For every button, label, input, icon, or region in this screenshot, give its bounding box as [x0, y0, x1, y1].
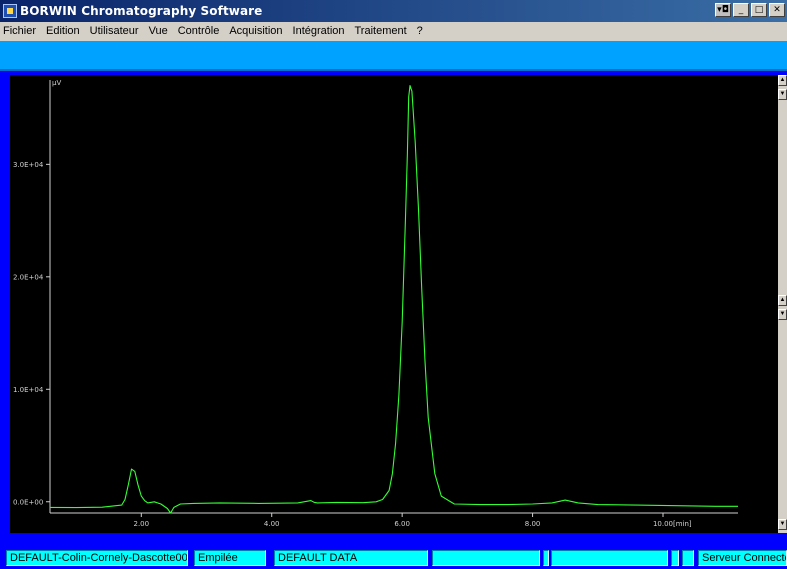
arrow-down-icon[interactable]: ▼: [778, 519, 787, 530]
status-server: Serveur Connecté: [698, 550, 787, 566]
close-button[interactable]: ✕: [769, 3, 785, 17]
status-panel-empty-5: [682, 550, 694, 566]
chromatogram-panel[interactable]: µV 0.0E+00 1.0E+04 2.0E+04 3.0E+04 2.00 4.00 6.…: [10, 75, 778, 533]
status-panel-empty-4: [671, 550, 679, 566]
menu-fichier[interactable]: Fichier: [0, 22, 42, 41]
y-tick-label: 2.0E+04: [13, 273, 44, 281]
x-tick-label: 4.00: [264, 520, 280, 528]
title-bar: BORWIN Chromatography Software ▾◘ _ □ ✕: [0, 0, 787, 22]
chromatogram-trace: [49, 85, 738, 514]
status-project: DEFAULT-Colin-Cornely-Dascotte00: [6, 550, 188, 566]
window-title: BORWIN Chromatography Software: [20, 4, 263, 18]
y-tick-label: 0.0E+00: [13, 498, 43, 506]
y-tick-label: 3.0E+04: [13, 161, 44, 169]
menu-acquisition[interactable]: Acquisition: [225, 22, 288, 41]
y-tick-label: 1.0E+04: [13, 386, 44, 394]
status-data-folder: DEFAULT DATA: [274, 550, 428, 566]
x-tick-label: 2.00: [134, 520, 150, 528]
menu-utilisateur[interactable]: Utilisateur: [86, 22, 145, 41]
x-tick-label: 10.00: [653, 520, 673, 528]
status-panel-empty-2: [543, 550, 549, 566]
x-axis-unit-label: [min]: [673, 520, 692, 528]
arrow-down-icon[interactable]: ▼: [778, 309, 787, 320]
vertical-scrollbar[interactable]: ▲ ▼ ▲ ▼ ▼: [778, 75, 787, 533]
arrow-up-icon[interactable]: ▲: [778, 295, 787, 306]
menu-help[interactable]: ?: [413, 22, 429, 41]
menu-bar: Fichier Edition Utilisateur Vue Contrôle…: [0, 22, 787, 41]
x-tick-label: 8.00: [525, 520, 541, 528]
x-tick-label: 6.00: [394, 520, 410, 528]
minimize-button[interactable]: _: [733, 3, 749, 17]
menu-controle[interactable]: Contrôle: [174, 22, 226, 41]
status-panel-empty-1: [432, 550, 540, 566]
menu-edition[interactable]: Edition: [42, 22, 86, 41]
chromatogram-chart: µV 0.0E+00 1.0E+04 2.0E+04 3.0E+04 2.00 4.00 6.…: [13, 79, 738, 528]
system-menu-button[interactable]: ▾◘: [715, 3, 731, 17]
menu-vue[interactable]: Vue: [145, 22, 174, 41]
maximize-button[interactable]: □: [751, 3, 767, 17]
menu-traitement[interactable]: Traitement: [351, 22, 413, 41]
window-controls: ▾◘ _ □ ✕: [715, 3, 785, 17]
status-view-mode: Empilée: [194, 550, 266, 566]
arrow-down-icon[interactable]: ▼: [778, 89, 787, 100]
workspace: µV 0.0E+00 1.0E+04 2.0E+04 3.0E+04 2.00 4.00 6.…: [0, 71, 787, 548]
arrow-up-icon[interactable]: ▲: [778, 75, 787, 86]
chromatograph-app-icon[interactable]: [3, 4, 17, 18]
y-axis-unit-label: µV: [52, 79, 61, 87]
toolbar-strip: [0, 41, 787, 71]
status-panel-empty-3: [551, 550, 668, 566]
status-bar: DEFAULT-Colin-Cornely-Dascotte00 Empilée…: [0, 548, 787, 569]
menu-integration[interactable]: Intégration: [289, 22, 351, 41]
